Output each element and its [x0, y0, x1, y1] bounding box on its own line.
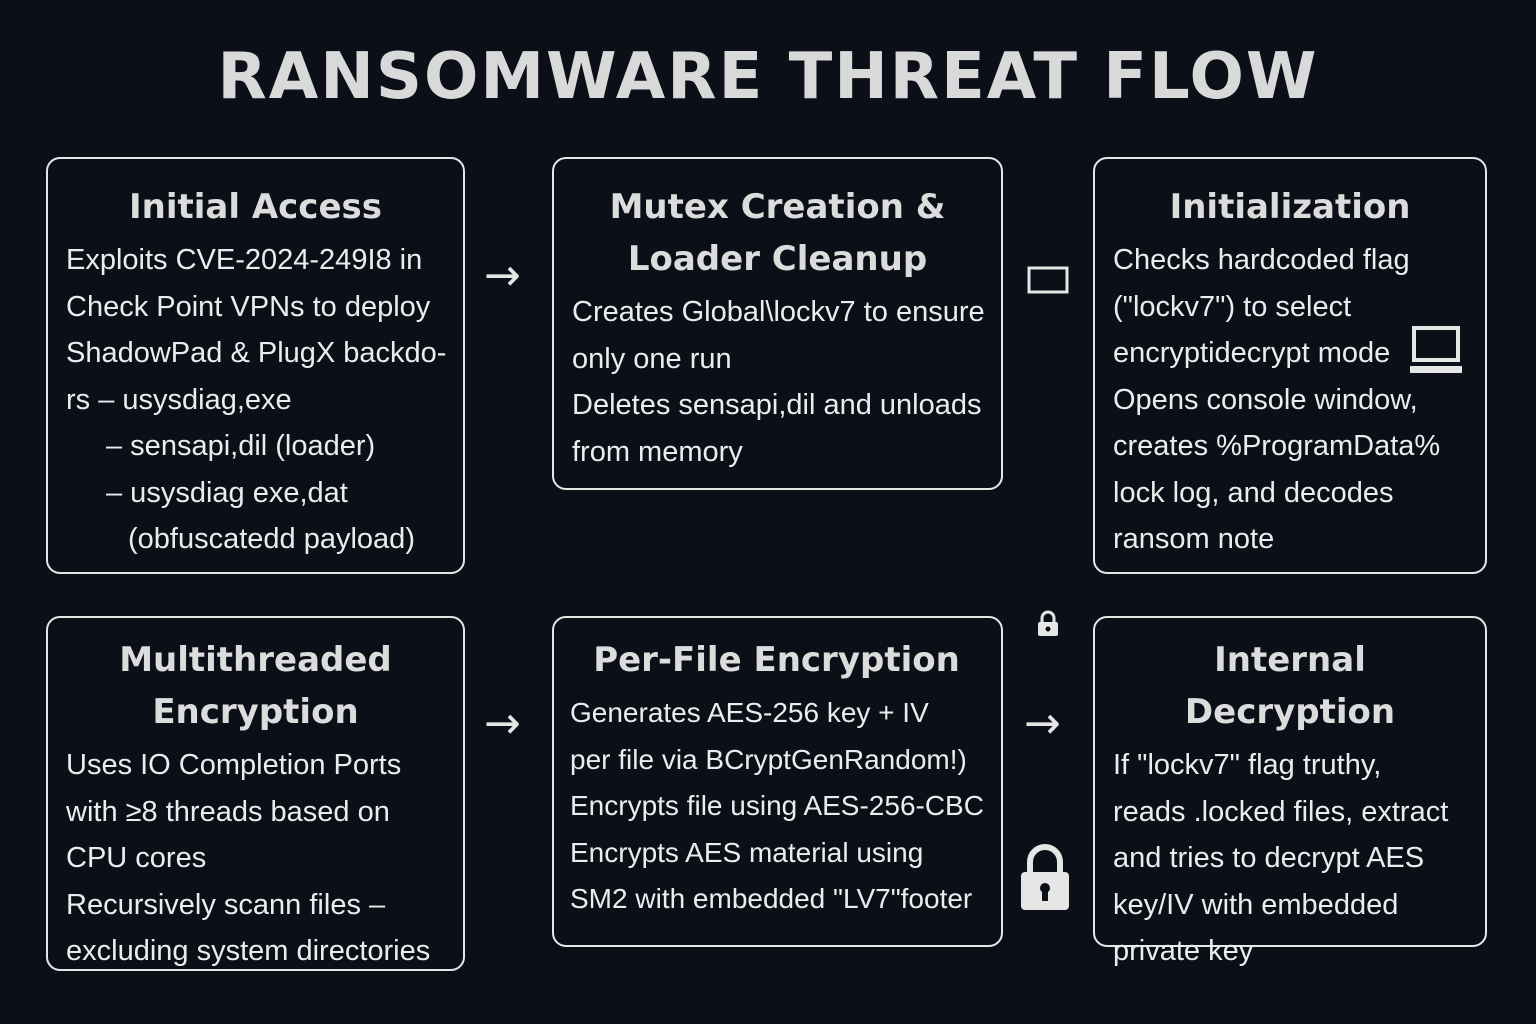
box-line: CPU cores: [66, 842, 207, 874]
box-line: If "lockv7" flag truthy,: [1113, 749, 1382, 781]
box-line: per file via BCryptGenRandom!): [570, 743, 967, 775]
padlock-icon: [1021, 844, 1069, 910]
box-line: (obfuscatedd payload): [128, 523, 415, 555]
window-icon: [1027, 266, 1069, 294]
mutex-creation-box: Mutex Creation & Loader Cleanup Creates …: [552, 157, 1003, 490]
box-line: Generates AES-256 key + IV: [570, 697, 929, 728]
box-line: only one run: [572, 342, 732, 375]
flow-arrow: →: [1024, 698, 1061, 749]
box-heading: Per-File Encryption: [593, 640, 960, 680]
laptop-icon: [1410, 326, 1462, 373]
box-line: Recursively scann files –: [66, 888, 386, 921]
box-line: Check Point VPNs to deploy: [66, 290, 431, 323]
box-heading: Initialization: [1169, 187, 1411, 227]
box-heading-line2: Encryption: [152, 692, 359, 732]
box-line: Encrypts file using AES-256-CBC: [570, 790, 984, 821]
box-heading: Mutex Creation &: [609, 187, 946, 227]
multithreaded-encryption-box: Multithreaded Encryption Uses IO Complet…: [46, 616, 465, 971]
box-line: Checks hardcoded flag: [1113, 244, 1410, 276]
small-lock-icon: [1038, 610, 1058, 636]
box-line: Creates Global\lockv7 to ensure: [572, 296, 985, 328]
box-line: excluding system directories: [66, 935, 431, 967]
box-line: Encrypts AES material using: [570, 836, 924, 868]
box-line: – usysdiag exe,dat: [106, 476, 348, 509]
internal-decryption-box: Internal Decryption If "lockv7" flag tru…: [1093, 616, 1487, 967]
box-line: and tries to decrypt AES: [1113, 842, 1425, 874]
box-line: Exploits CVE-2024-249I8 in: [66, 244, 423, 276]
box-line: reads .locked files, extract: [1113, 795, 1449, 828]
box-line: ransom note: [1113, 523, 1275, 555]
flow-arrow: →: [484, 698, 521, 749]
box-heading-line2: Loader Cleanup: [627, 239, 928, 279]
box-line: from memory: [572, 435, 743, 468]
box-line: Opens console window,: [1113, 383, 1418, 416]
initial-access-box: Initial Access Exploits CVE-2024-249I8 i…: [46, 157, 465, 574]
box-line: SM2 with embedded "LV7"footer: [570, 883, 973, 914]
box-line: rs – usysdiag,exe: [66, 383, 292, 416]
per-file-encryption-box: Per-File Encryption Generates AES-256 ke…: [552, 616, 1003, 947]
box-line: Uses IO Completion Ports: [66, 749, 402, 781]
box-line: Deletes sensapi,dil and unloads: [572, 389, 982, 421]
box-line: key/IV with embedded: [1113, 888, 1399, 921]
box-line: private key: [1113, 935, 1254, 967]
page-title: RANSOMWARE THREAT FLOW: [217, 40, 1319, 114]
box-line: creates %ProgramData%: [1113, 430, 1441, 462]
box-heading: Internal Decryption: [1184, 640, 1396, 732]
box-line: lock log, and decodes: [1113, 476, 1394, 509]
box-heading: Multithreaded: [119, 640, 392, 680]
box-line: – sensapi,dil (loader): [106, 430, 376, 462]
box-heading: Initial Access: [128, 187, 382, 227]
flow-arrow: →: [484, 250, 521, 301]
box-line: with ≥8 threads based on: [66, 795, 390, 828]
box-line: ShadowPad & PlugX backdo-: [66, 337, 447, 369]
